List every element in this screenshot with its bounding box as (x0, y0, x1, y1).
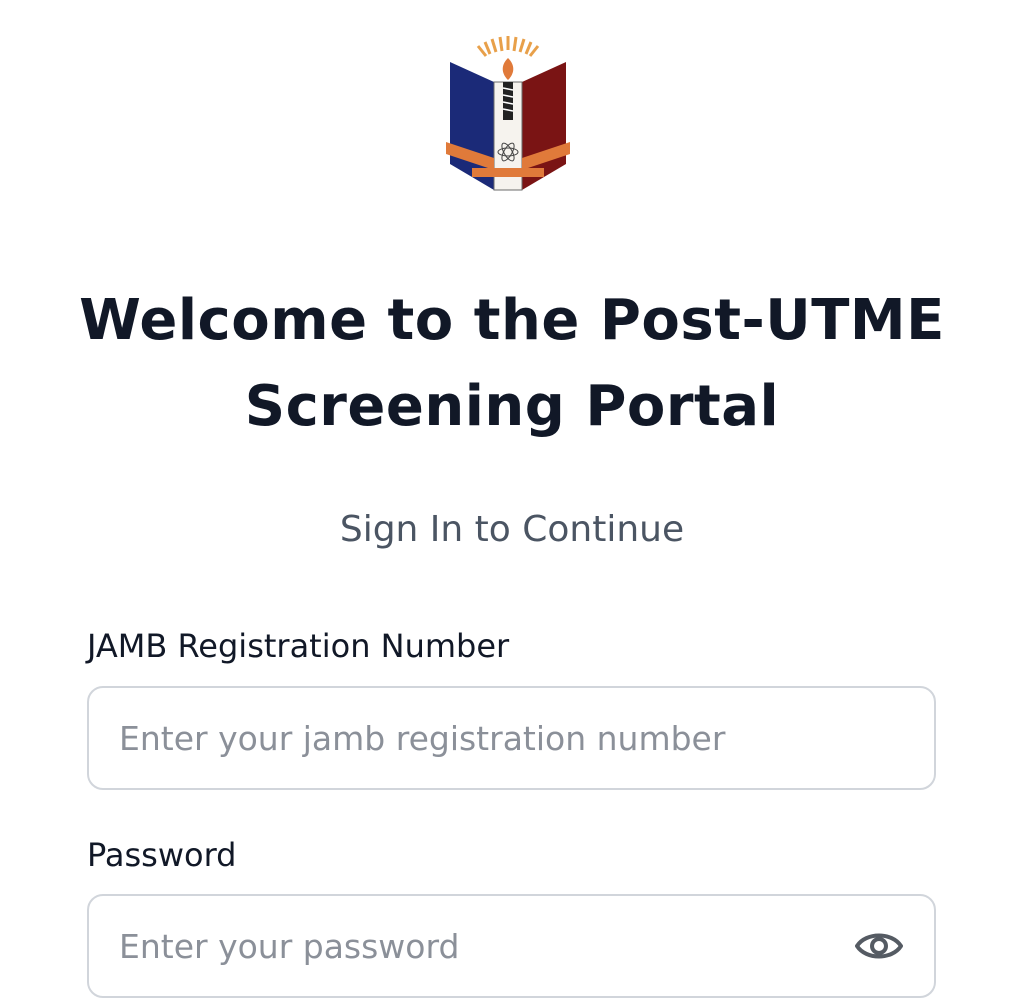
password-input[interactable] (119, 896, 849, 996)
password-field[interactable] (87, 894, 936, 998)
password-label: Password (87, 836, 237, 874)
page-title: Welcome to the Post-UTME Screening Porta… (0, 278, 1024, 450)
jamb-registration-field[interactable] (87, 686, 936, 790)
jamb-registration-label: JAMB Registration Number (87, 627, 510, 665)
university-crest-icon (446, 36, 570, 191)
jamb-registration-input[interactable] (119, 688, 849, 788)
page-title-line-2: Screening Portal (244, 374, 780, 439)
login-page: Welcome to the Post-UTME Screening Porta… (0, 0, 1024, 1003)
page-title-line-1: Welcome to the Post-UTME (79, 288, 945, 353)
sign-in-subtitle: Sign In to Continue (339, 509, 685, 550)
eye-icon[interactable] (854, 926, 904, 966)
